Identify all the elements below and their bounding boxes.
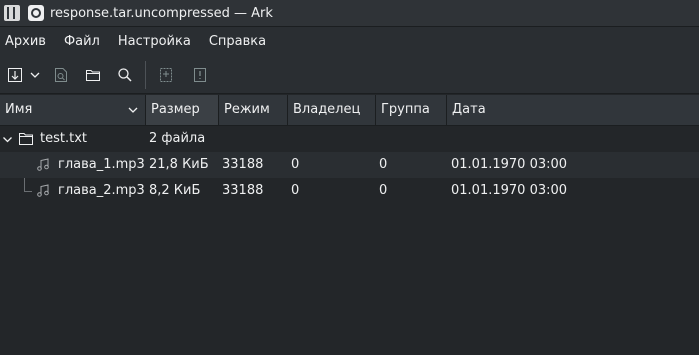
column-header-owner-label: Владелец (293, 102, 361, 117)
search-button[interactable] (113, 63, 137, 87)
menu-help[interactable]: Справка (203, 34, 272, 49)
file-size: 21,8 КиБ (149, 157, 209, 172)
expand-chevron-icon[interactable] (2, 134, 13, 145)
window-title: response.tar.uncompressed — Ark (50, 5, 273, 21)
file-date: 01.01.1970 03:00 (451, 157, 568, 172)
ark-app-icon (4, 5, 20, 21)
file-owner: 0 (291, 183, 300, 198)
column-header-name-label: Имя (5, 102, 33, 117)
toolbar-separator (145, 60, 146, 89)
add-files-button[interactable] (154, 63, 178, 87)
preview-icon (55, 67, 67, 82)
file-name: глава_1.mp3 (58, 157, 145, 172)
file-name: test.txt (40, 131, 87, 146)
extract-button[interactable] (3, 63, 27, 87)
extract-icon (8, 67, 22, 82)
column-header-mode[interactable]: Режим (219, 95, 288, 125)
preview-button[interactable] (49, 63, 73, 87)
dropdown-chevron-icon (30, 72, 40, 78)
file-size: 8,2 КиБ (149, 183, 201, 198)
table-row[interactable]: test.txt 2 файла (0, 126, 699, 152)
column-header-mode-label: Режим (224, 102, 270, 117)
menu-bar: Архив Файл Настройка Справка (0, 27, 699, 56)
open-folder-icon (86, 69, 100, 81)
sort-chevron-icon (128, 107, 138, 113)
extract-menu-button[interactable] (27, 63, 43, 87)
menu-settings[interactable]: Настройка (112, 34, 197, 49)
column-header-group-label: Группа (381, 102, 430, 117)
table-row[interactable]: глава_1.mp3 21,8 КиБ 33188 0 0 01.01.197… (0, 152, 699, 178)
column-header-group[interactable]: Группа (376, 95, 447, 125)
audio-file-icon (37, 158, 49, 171)
toolbar (0, 56, 699, 94)
table-row[interactable]: глава_2.mp3 8,2 КиБ 33188 0 0 01.01.1970… (0, 178, 699, 204)
open-folder-button[interactable] (81, 63, 105, 87)
file-mode: 33188 (222, 157, 264, 172)
window-menu-button[interactable] (28, 5, 44, 21)
table-header: Имя Размер Режим Владелец Группа Дата (0, 95, 699, 126)
column-header-size-label: Размер (151, 102, 200, 117)
menu-archive[interactable]: Архив (0, 34, 52, 49)
delete-files-icon (194, 67, 206, 82)
file-owner: 0 (291, 157, 300, 172)
title-bar: response.tar.uncompressed — Ark (0, 0, 699, 27)
file-mode: 33188 (222, 183, 264, 198)
file-size: 2 файла (149, 131, 206, 146)
column-header-owner[interactable]: Владелец (288, 95, 376, 125)
column-header-date-label: Дата (452, 102, 486, 117)
search-icon (118, 67, 132, 82)
add-files-icon (160, 67, 172, 82)
file-group: 0 (379, 157, 388, 172)
audio-file-icon (37, 184, 49, 197)
column-header-size[interactable]: Размер (146, 95, 219, 125)
file-group: 0 (379, 183, 388, 198)
file-name: глава_2.mp3 (58, 183, 145, 198)
file-date: 01.01.1970 03:00 (451, 183, 568, 198)
column-header-name[interactable]: Имя (0, 95, 146, 125)
menu-file[interactable]: Файл (58, 34, 106, 49)
folder-icon (19, 133, 33, 145)
column-header-date[interactable]: Дата (447, 95, 699, 125)
delete-files-button[interactable] (188, 63, 212, 87)
